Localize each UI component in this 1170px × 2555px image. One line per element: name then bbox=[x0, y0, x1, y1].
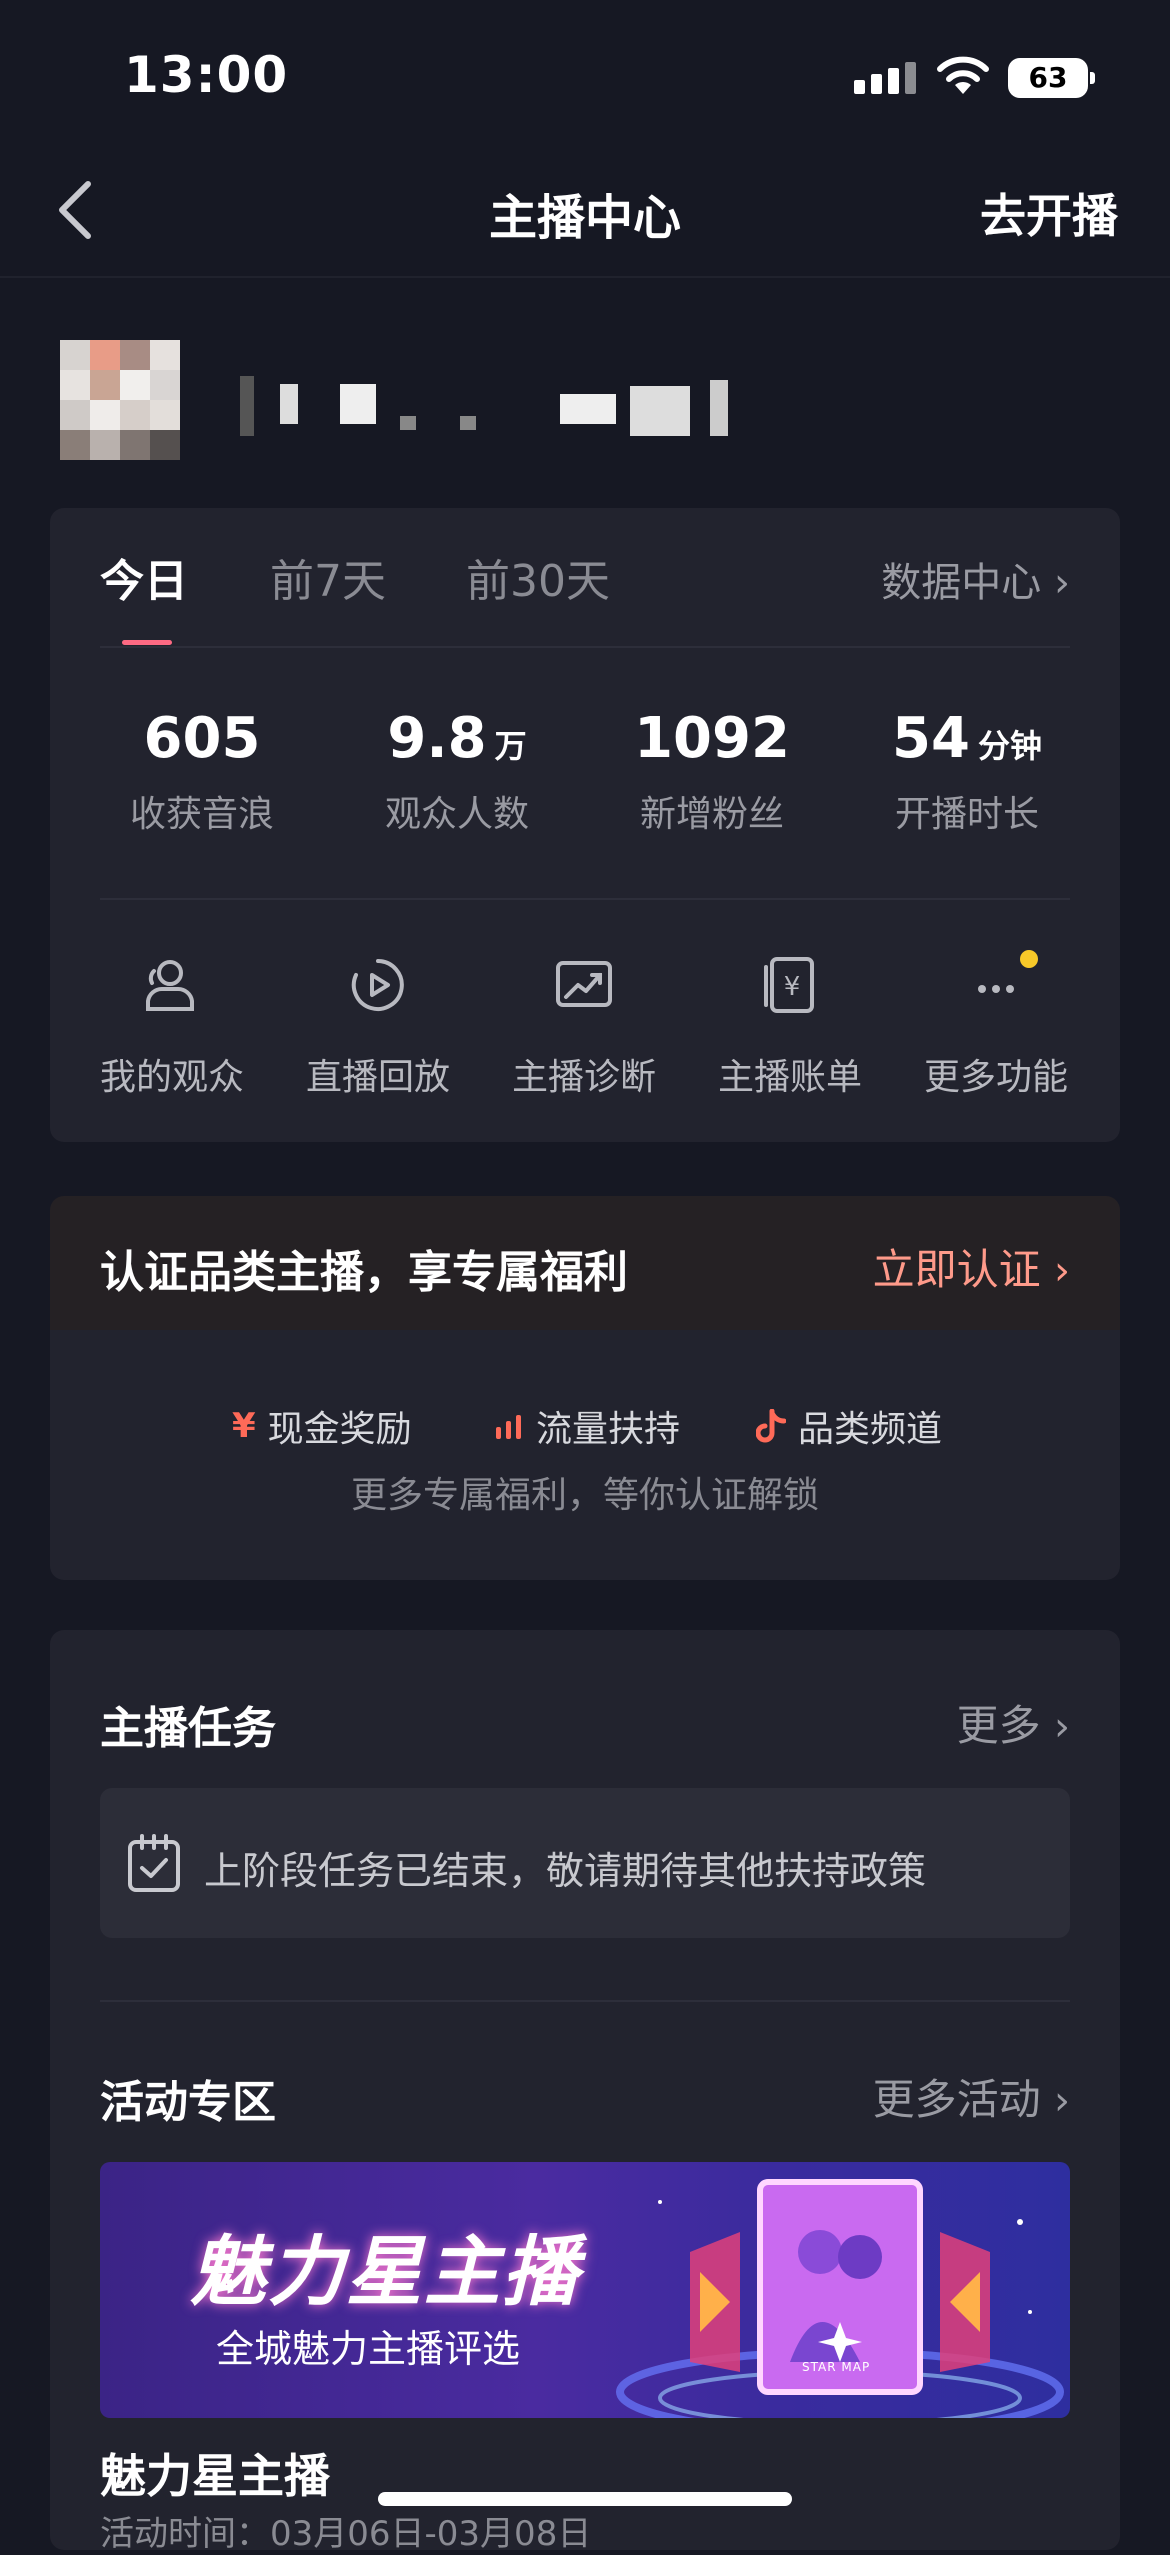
stat-unit: 万 bbox=[494, 727, 527, 765]
stat-value: 54 bbox=[892, 706, 970, 771]
audience-icon bbox=[146, 960, 194, 1011]
tab-7-days[interactable]: 前7天 bbox=[270, 545, 386, 609]
tabs-divider bbox=[100, 646, 1070, 648]
chevron-right-icon: › bbox=[1054, 560, 1070, 606]
chevron-right-icon: › bbox=[1054, 2078, 1070, 2124]
more-icon bbox=[978, 985, 1014, 993]
battery-indicator: 63 bbox=[1008, 58, 1088, 98]
perk-cash: ¥ 现金奖励 bbox=[232, 1400, 412, 1452]
nav-divider bbox=[0, 276, 1170, 278]
stats-divider bbox=[100, 898, 1070, 900]
stat-value: 9.8 bbox=[387, 706, 487, 771]
section-divider bbox=[100, 2000, 1070, 2002]
stat-value: 605 bbox=[143, 706, 261, 771]
banner-subtitle: 全城魅力主播评选 bbox=[216, 2327, 521, 2371]
douyin-icon bbox=[756, 1409, 786, 1443]
avatar[interactable] bbox=[60, 340, 180, 460]
perk-traffic: 流量扶持 bbox=[494, 1400, 680, 1452]
certify-link-label: 立即认证 bbox=[872, 1245, 1041, 1294]
tool-label: 更多功能 bbox=[923, 1057, 1068, 1098]
chevron-right-icon: › bbox=[1054, 1248, 1070, 1294]
yen-icon: ¥ bbox=[232, 1406, 256, 1446]
activities-title: 活动专区 bbox=[100, 2077, 276, 2128]
stat-label: 观众人数 bbox=[384, 794, 529, 835]
tab-30-days[interactable]: 前30天 bbox=[466, 545, 610, 609]
stat-label: 新增粉丝 bbox=[639, 794, 784, 835]
certify-body bbox=[50, 1330, 1120, 1580]
stat-label: 收获音浪 bbox=[129, 794, 274, 835]
tasks-more-label: 更多 bbox=[956, 1701, 1041, 1750]
cellular-signal-icon bbox=[854, 62, 916, 94]
tool-label: 主播账单 bbox=[717, 1057, 862, 1098]
tool-more[interactable]: 更多功能 bbox=[896, 950, 1096, 1100]
perk-label: 现金奖励 bbox=[267, 1409, 412, 1450]
nickname-blurred bbox=[240, 376, 728, 436]
activity-name: 魅力星主播 bbox=[100, 2449, 330, 2503]
tool-live-replay[interactable]: 直播回放 bbox=[278, 950, 478, 1100]
traffic-icon bbox=[496, 1415, 521, 1439]
status-time: 13:00 bbox=[124, 46, 289, 104]
tasks-more-link[interactable]: 更多 › bbox=[957, 1692, 1070, 1753]
task-calendar-icon bbox=[128, 1834, 180, 1892]
tasks-title: 主播任务 bbox=[100, 1703, 276, 1754]
task-notice-text: 上阶段任务已结束，敬请期待其他扶持政策 bbox=[204, 1849, 927, 1893]
stat-unit: 分钟 bbox=[977, 727, 1042, 765]
chevron-right-icon: › bbox=[1054, 1704, 1070, 1750]
activities-more-link[interactable]: 更多活动 › bbox=[873, 2066, 1070, 2127]
battery-tip bbox=[1090, 72, 1095, 84]
tool-diagnosis[interactable]: 主播诊断 bbox=[484, 950, 684, 1100]
data-center-label: 数据中心 bbox=[881, 560, 1042, 606]
activities-more-label: 更多活动 bbox=[872, 2075, 1041, 2124]
go-live-button[interactable]: 去开播 bbox=[980, 180, 1118, 246]
stat-label: 开播时长 bbox=[894, 794, 1039, 835]
stat-income[interactable]: 605 收获音浪 bbox=[77, 706, 327, 837]
stat-new-followers[interactable]: 1092 新增粉丝 bbox=[587, 706, 837, 837]
bill-icon: ¥ bbox=[764, 957, 814, 1013]
notification-dot bbox=[1020, 950, 1038, 968]
certify-now-link[interactable]: 立即认证 › bbox=[873, 1236, 1070, 1297]
diagnosis-icon bbox=[556, 961, 612, 1007]
data-center-link[interactable]: 数据中心 › bbox=[881, 550, 1070, 608]
certify-subtitle: 更多专属福利，等你认证解锁 bbox=[350, 1475, 819, 1516]
perk-label: 品类频道 bbox=[798, 1409, 943, 1450]
activity-time: 活动时间：03月06日-03月08日 bbox=[100, 2514, 592, 2554]
tab-active-indicator bbox=[122, 640, 172, 645]
tool-bill[interactable]: ¥ 主播账单 bbox=[690, 950, 890, 1100]
tool-label: 直播回放 bbox=[305, 1057, 450, 1098]
svg-text:¥: ¥ bbox=[784, 972, 801, 1002]
perk-label: 流量扶持 bbox=[536, 1409, 681, 1450]
banner-title: 魅力星主播 bbox=[190, 2227, 580, 2316]
stat-value: 1092 bbox=[634, 706, 790, 771]
replay-icon bbox=[351, 959, 404, 1011]
tab-today[interactable]: 今日 bbox=[100, 545, 188, 609]
tool-label: 我的观众 bbox=[99, 1057, 244, 1098]
banner-badge: STAR MAP bbox=[802, 2360, 871, 2374]
certify-title: 认证品类主播，享专属福利 bbox=[100, 1247, 628, 1298]
tool-label: 主播诊断 bbox=[511, 1057, 656, 1098]
stat-live-duration[interactable]: 54 分钟 开播时长 bbox=[842, 706, 1092, 837]
home-indicator[interactable] bbox=[378, 2492, 792, 2506]
tool-my-audience[interactable]: 我的观众 bbox=[72, 950, 272, 1100]
perk-channel: 品类频道 bbox=[756, 1400, 942, 1452]
wifi-icon bbox=[937, 56, 989, 94]
stat-viewers[interactable]: 9.8 万 观众人数 bbox=[332, 706, 582, 837]
